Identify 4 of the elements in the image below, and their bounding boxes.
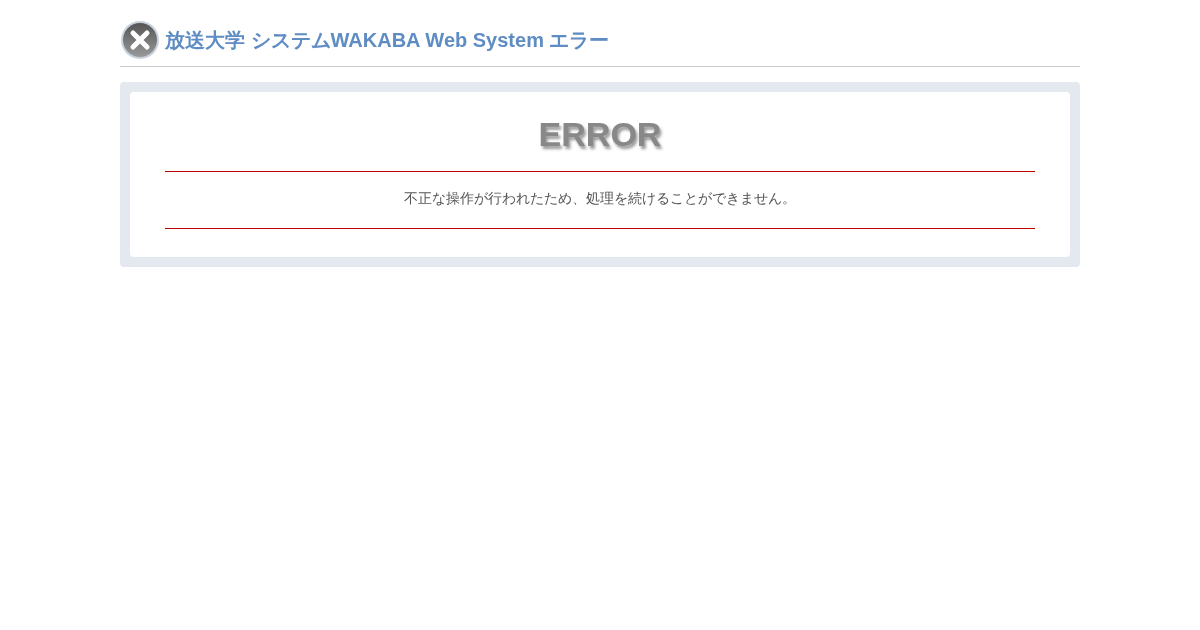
page-title: 放送大学 システムWAKABA Web System エラー [165, 27, 610, 53]
error-message: 不正な操作が行われたため、処理を続けることができません。 [404, 189, 796, 208]
error-heading: ERROR [538, 114, 662, 154]
error-icon [120, 20, 160, 60]
